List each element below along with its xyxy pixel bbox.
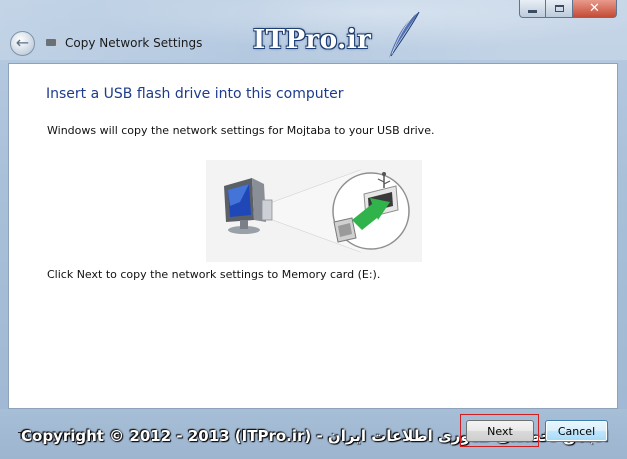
back-button[interactable]: ← <box>10 31 35 56</box>
maximize-button[interactable] <box>546 0 573 18</box>
page-heading: Insert a USB flash drive into this compu… <box>46 86 344 102</box>
description-text: Windows will copy the network settings f… <box>47 124 435 137</box>
next-button[interactable]: Next <box>466 420 534 442</box>
back-arrow-icon: ← <box>15 32 30 52</box>
wizard-content: Insert a USB flash drive into this compu… <box>8 63 618 409</box>
close-button[interactable]: ✕ <box>573 0 617 18</box>
minimize-icon <box>528 10 537 13</box>
usb-illustration <box>206 160 422 262</box>
computer-icon <box>224 178 273 234</box>
minimize-button[interactable] <box>519 0 546 18</box>
maximize-icon <box>554 5 564 12</box>
feather-icon <box>389 11 420 58</box>
usb-drive-icon <box>46 38 60 47</box>
caption-buttons: ✕ <box>519 0 617 18</box>
window-title: Copy Network Settings <box>65 36 203 50</box>
cancel-button[interactable]: Cancel <box>545 420 608 442</box>
watermark-logo: ITPro.ir <box>253 25 372 55</box>
close-icon: ✕ <box>589 1 600 16</box>
instruction-text: Click Next to copy the network settings … <box>47 268 381 281</box>
